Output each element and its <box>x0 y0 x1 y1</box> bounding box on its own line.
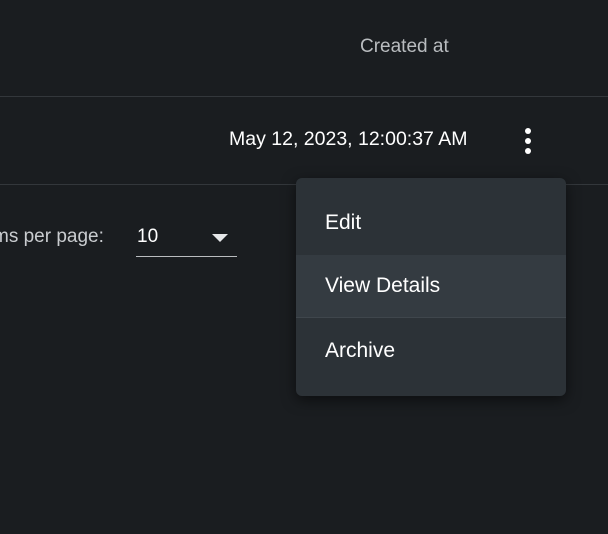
kebab-dot <box>525 128 531 134</box>
table-header-row: Created at <box>0 0 608 97</box>
column-header-created-at[interactable]: Created at <box>360 36 449 58</box>
table-page: Created at May 12, 2023, 12:00:37 AM ms … <box>0 0 608 534</box>
caret-down-icon <box>212 234 228 242</box>
menu-item-view-details[interactable]: View Details <box>296 255 566 318</box>
pagination-controls: ms per page: 10 <box>0 222 260 258</box>
items-per-page-select[interactable]: 10 <box>136 222 237 257</box>
menu-item-edit[interactable]: Edit <box>296 191 566 255</box>
items-per-page-label: ms per page: <box>0 226 104 247</box>
menu-item-archive[interactable]: Archive <box>296 319 566 382</box>
row-actions-menu: Edit View Details Archive <box>296 178 566 396</box>
kebab-dot <box>525 138 531 144</box>
kebab-dot <box>525 148 531 154</box>
created-at-cell: May 12, 2023, 12:00:37 AM <box>229 128 468 150</box>
more-vertical-icon[interactable] <box>512 121 544 161</box>
items-per-page-value: 10 <box>137 226 159 247</box>
table-row[interactable]: May 12, 2023, 12:00:37 AM <box>0 97 608 185</box>
